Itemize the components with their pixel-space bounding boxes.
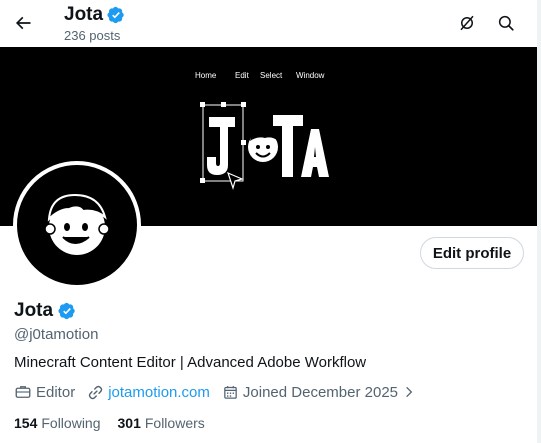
profile-header: Jota 236 posts — [0, 0, 541, 47]
avatar[interactable] — [13, 161, 141, 289]
chevron-right-icon — [406, 386, 413, 398]
search-button[interactable] — [489, 6, 523, 40]
arrow-left-icon — [15, 16, 31, 30]
profile-meta-row: Editor jotamotion.com Joined December 20… — [14, 383, 416, 401]
followers-link[interactable]: 301 Followers — [118, 415, 205, 431]
followers-label: Followers — [144, 415, 205, 431]
follow-stats: 154 Following 301 Followers — [14, 415, 205, 431]
back-button[interactable] — [6, 6, 40, 40]
profile-website-link[interactable]: jotamotion.com — [108, 384, 210, 401]
post-count: 236 posts — [64, 28, 121, 43]
grok-icon — [460, 15, 474, 31]
profile-joined-label: Joined December 2025 — [242, 383, 399, 401]
banner-menu: Home Edit Select Window — [195, 71, 324, 80]
edit-profile-button[interactable]: Edit profile — [420, 237, 524, 269]
profile-website: jotamotion.com — [87, 384, 210, 401]
profile-bio: Minecraft Content Editor | Advanced Adob… — [14, 354, 367, 371]
profile-handle: @j0tamotion — [14, 326, 99, 343]
link-icon — [88, 385, 103, 399]
banner-menu-home: Home — [195, 71, 217, 80]
followers-count: 301 — [117, 415, 141, 431]
calendar-icon — [224, 385, 237, 399]
banner-menu-window: Window — [296, 71, 325, 80]
search-icon — [498, 15, 514, 31]
banner-logo-text: JOTA — [265, 163, 268, 166]
briefcase-icon — [15, 386, 31, 398]
verified-badge-icon[interactable] — [58, 302, 76, 320]
profile-category-label: Editor — [36, 383, 76, 401]
grok-button[interactable] — [450, 6, 484, 40]
scrollbar-track[interactable] — [537, 0, 541, 443]
banner-menu-select: Select — [260, 71, 283, 80]
profile-name-row: Jota — [14, 300, 76, 322]
profile-joined[interactable]: Joined December 2025 — [222, 384, 416, 401]
following-link[interactable]: 154 Following — [14, 415, 101, 431]
profile-name: Jota — [14, 300, 54, 321]
verified-badge-icon — [107, 6, 124, 24]
avatar-face-icon — [44, 193, 110, 255]
jota-logo-icon: JOTA — [200, 102, 329, 191]
profile-category: Editor — [14, 383, 75, 401]
banner-menu-edit: Edit — [235, 71, 249, 80]
following-label: Following — [41, 415, 101, 431]
following-count: 154 — [14, 415, 38, 431]
header-title-block: Jota 236 posts — [64, 4, 125, 43]
header-name: Jota — [64, 4, 104, 25]
